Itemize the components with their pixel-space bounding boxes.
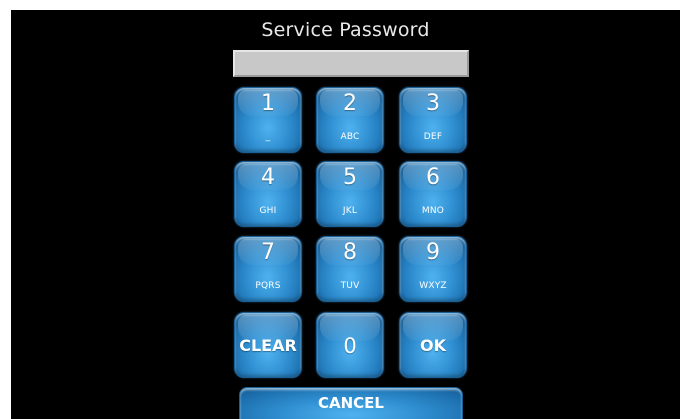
key-letters: JKL <box>342 206 358 216</box>
key-digit: 3 <box>426 91 440 116</box>
key-7[interactable]: 7 PQRS <box>234 236 302 302</box>
ok-label: OK <box>420 336 446 355</box>
key-digit: 1 <box>261 91 275 116</box>
key-digit: 6 <box>426 165 440 190</box>
cancel-label: CANCEL <box>318 394 384 412</box>
key-digit: 9 <box>426 240 440 265</box>
key-letters: MNO <box>421 206 445 216</box>
key-5[interactable]: 5 JKL <box>316 161 384 227</box>
service-password-screen: Service Password 1 _ 2 ABC 3 DEF 4 GHI 5… <box>11 10 680 419</box>
screen-title: Service Password <box>261 19 430 41</box>
key-digit: 0 <box>343 334 357 358</box>
key-1[interactable]: 1 _ <box>234 87 302 153</box>
key-6[interactable]: 6 MNO <box>399 161 467 227</box>
key-3[interactable]: 3 DEF <box>399 87 467 153</box>
key-9[interactable]: 9 WXYZ <box>399 236 467 302</box>
key-4[interactable]: 4 GHI <box>234 161 302 227</box>
key-digit: 5 <box>343 165 357 190</box>
key-letters: TUV <box>340 281 360 291</box>
key-letters: WXYZ <box>419 281 447 291</box>
key-2[interactable]: 2 ABC <box>316 87 384 153</box>
key-letters: ABC <box>340 132 360 142</box>
key-digit: 4 <box>261 165 275 190</box>
clear-label: CLEAR <box>239 336 297 355</box>
ok-button[interactable]: OK <box>399 312 467 378</box>
key-digit: 7 <box>261 240 275 265</box>
key-letters: _ <box>265 132 271 142</box>
password-field[interactable] <box>233 50 469 77</box>
key-letters: GHI <box>259 206 277 216</box>
key-letters: PQRS <box>255 281 281 291</box>
key-digit: 2 <box>343 91 357 116</box>
key-letters: DEF <box>423 132 443 142</box>
clear-button[interactable]: CLEAR <box>234 312 302 378</box>
key-8[interactable]: 8 TUV <box>316 236 384 302</box>
key-0[interactable]: 0 <box>316 312 384 378</box>
key-digit: 8 <box>343 240 357 265</box>
cancel-button[interactable]: CANCEL <box>239 387 463 419</box>
